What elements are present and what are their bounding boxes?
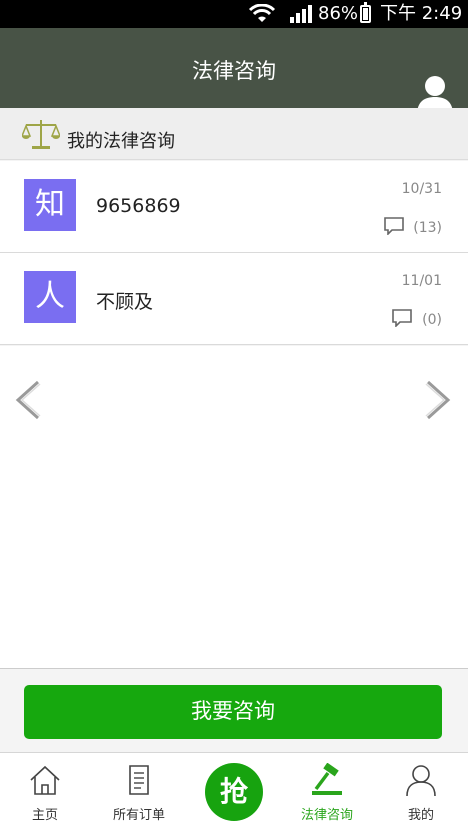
section-title: 我的法律咨询 [67, 131, 175, 152]
content-area [0, 346, 468, 668]
tab-grab[interactable]: 抢 [200, 753, 268, 830]
tab-label: 我的 [407, 808, 434, 823]
action-bar: 我要咨询 [0, 668, 468, 752]
bottom-tab-bar: 主页 所有订单 抢 法律咨询 我的 [0, 752, 468, 830]
wifi-icon [248, 4, 276, 22]
avatar: 知 [24, 179, 76, 231]
chevron-right-icon[interactable] [424, 380, 452, 420]
gavel-icon [312, 763, 342, 795]
consultation-list: 知 9656869 10/31 (13) 人 不顾及 11/01 (0) [0, 161, 468, 345]
page-title: 法律咨询 [192, 59, 276, 83]
comment-count: (0) [422, 312, 442, 328]
status-bar: 86% 下午 2:49 [0, 0, 468, 28]
tab-legal-consult[interactable]: 法律咨询 [292, 753, 362, 830]
home-icon [30, 765, 60, 795]
consultation-date: 11/01 [401, 273, 442, 289]
scale-icon [22, 120, 60, 149]
tab-label: 主页 [31, 808, 58, 823]
comment-icon [392, 309, 412, 327]
signal-icon [290, 5, 312, 23]
battery-icon [360, 2, 371, 23]
tab-label: 所有订单 [112, 808, 165, 823]
comment-count: (13) [413, 220, 442, 236]
consultation-name: 9656869 [96, 195, 181, 217]
consultation-date: 10/31 [401, 181, 442, 197]
list-item[interactable]: 知 9656869 10/31 (13) [0, 161, 468, 253]
tab-mine[interactable]: 我的 [390, 753, 452, 830]
consultation-name: 不顾及 [96, 291, 154, 313]
list-item[interactable]: 人 不顾及 11/01 (0) [0, 253, 468, 345]
tab-label: 法律咨询 [300, 808, 353, 823]
chevron-left-icon[interactable] [14, 380, 42, 420]
battery-percentage: 86% [318, 3, 359, 24]
status-time: 下午 2:49 [380, 3, 463, 24]
consult-button[interactable]: 我要咨询 [24, 685, 442, 739]
app-header: 法律咨询 [0, 28, 468, 115]
grab-icon: 抢 [205, 763, 263, 821]
tab-orders[interactable]: 所有订单 [104, 753, 174, 830]
comment-icon [384, 217, 404, 235]
orders-icon [129, 765, 149, 795]
avatar: 人 [24, 271, 76, 323]
tab-home[interactable]: 主页 [14, 753, 76, 830]
user-icon [406, 765, 436, 797]
section-header: 我的法律咨询 [0, 108, 468, 160]
